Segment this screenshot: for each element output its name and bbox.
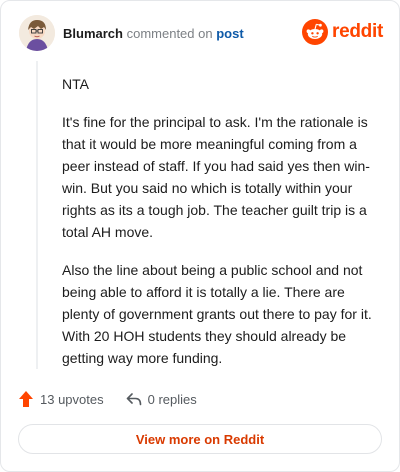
comment-header: Blumarch commented on post reddit [19,15,383,53]
avatar-image [19,15,55,51]
commented-on-text: commented on [126,26,213,41]
byline: Blumarch commented on post [63,26,244,41]
username-link[interactable]: Blumarch [63,26,123,41]
reddit-logo[interactable]: reddit [302,19,383,45]
reply-icon [126,393,141,406]
view-more-button[interactable]: View more on Reddit [18,424,382,454]
comment-card: Blumarch commented on post reddit NTA It… [0,0,400,472]
comment-paragraph: Also the line about being a public schoo… [62,262,372,366]
upvote-count: 13 upvotes [40,391,104,407]
thread-line [36,61,38,369]
reply-button[interactable]: 0 replies [126,392,197,407]
reply-count: 0 replies [147,391,197,407]
reddit-logo-icon [302,19,329,45]
reddit-wordmark: reddit [332,21,383,42]
comment-body: NTA It's fine for the principal to ask. … [62,73,380,385]
avatar[interactable] [19,15,55,51]
comment-actions: 13 upvotes 0 replies [18,390,197,408]
upvote-arrow-icon [19,391,33,407]
comment-paragraph: It's fine for the principal to ask. I'm … [62,114,370,240]
comment-paragraph: NTA [62,76,89,92]
upvote-button[interactable]: 13 upvotes [18,390,104,408]
post-link[interactable]: post [216,26,243,41]
